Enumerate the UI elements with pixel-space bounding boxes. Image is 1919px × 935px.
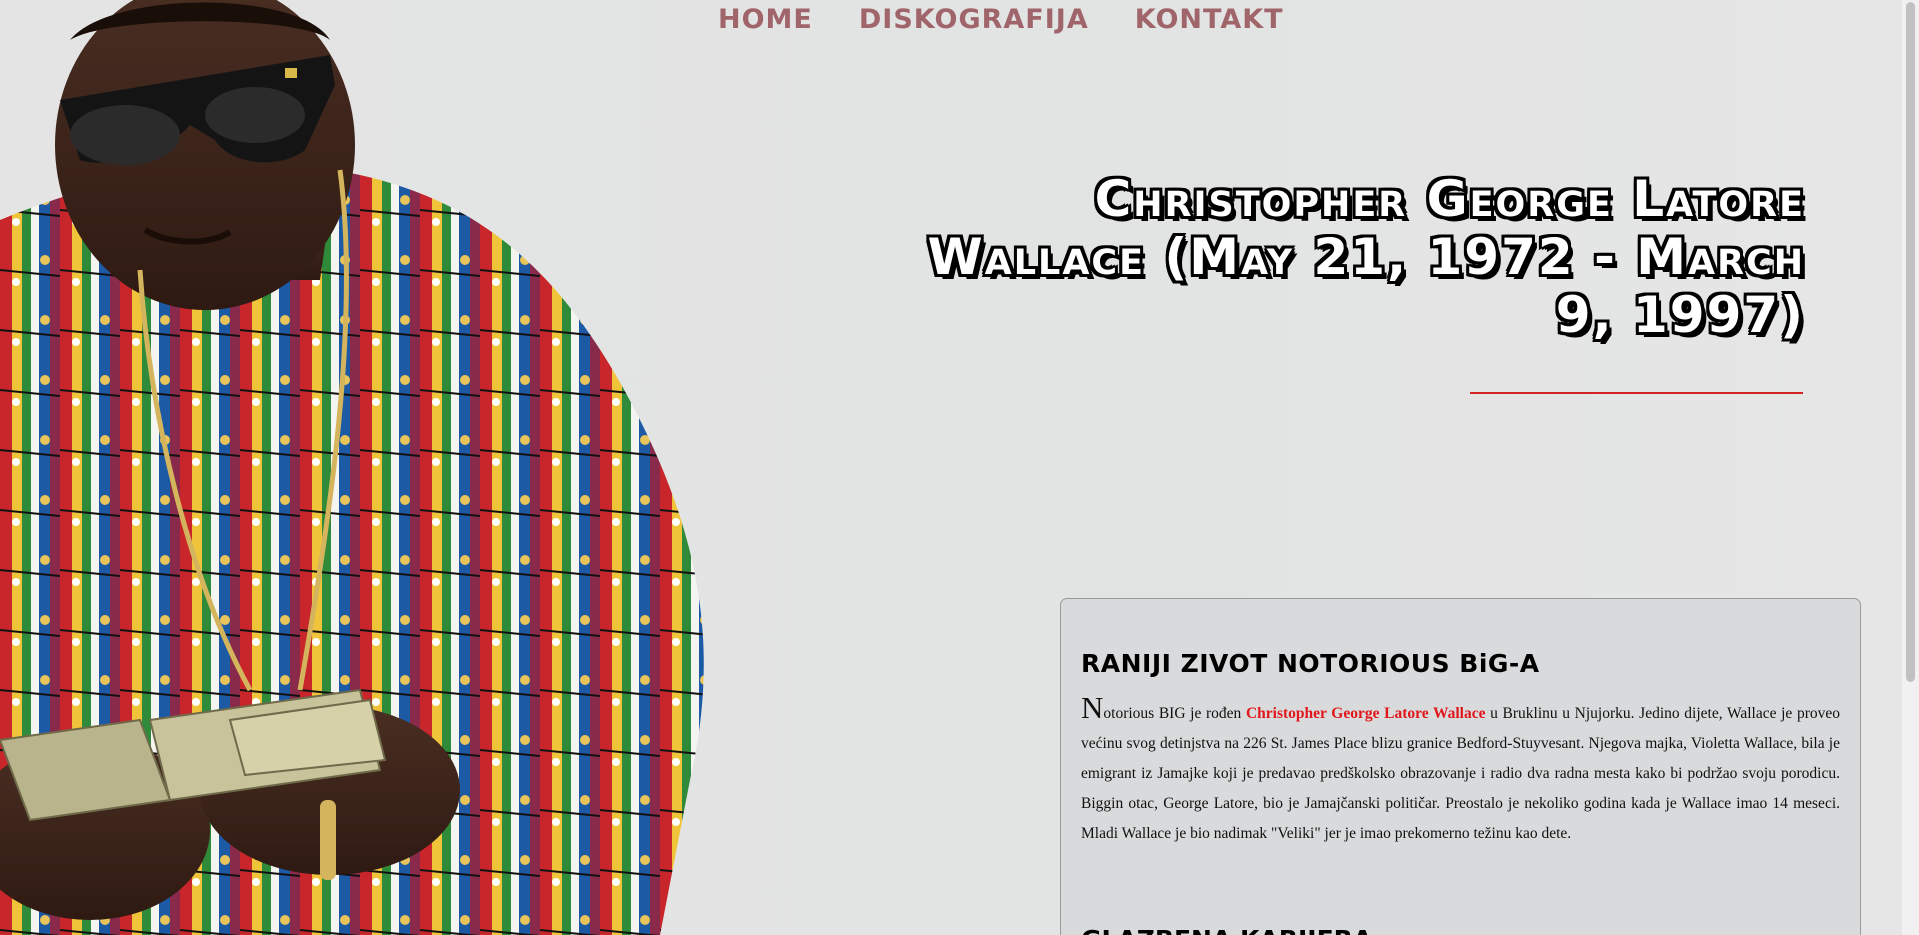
main-nav: HOME DISKOGRAFIJA KONTAKT [718, 4, 1284, 35]
bio-heading: RANIJI ZIVOT NOTORIOUS BiG-A [1081, 649, 1540, 678]
title-divider [1470, 392, 1803, 394]
bio-highlight-name: Christopher George Latore Wallace [1245, 705, 1486, 722]
page-title: Christopher George Latore Wallace (May 2… [927, 170, 1805, 344]
page-scrollbar[interactable] [1902, 0, 1919, 935]
nav-kontakt-link[interactable]: KONTAKT [1135, 4, 1284, 35]
bio-card: RANIJI ZIVOT NOTORIOUS BiG-A Notorious B… [1060, 598, 1861, 935]
nav-diskografija-link[interactable]: DISKOGRAFIJA [859, 4, 1089, 35]
bio-text-before: otorious BIG je rođen [1103, 705, 1246, 722]
bio-text-after: u Bruklinu u Njujorku. Jedino dijete, Wa… [1081, 705, 1840, 842]
next-section-heading: GLAZBENA KARIJERA [1081, 925, 1372, 935]
scrollbar-thumb[interactable] [1906, 2, 1915, 682]
hero-photo [0, 0, 820, 935]
page: HOME DISKOGRAFIJA KONTAKT Christopher Ge… [0, 0, 1919, 935]
person-photo-icon [0, 0, 704, 935]
nav-home-link[interactable]: HOME [718, 4, 813, 35]
bio-dropcap: N [1081, 690, 1104, 725]
bio-paragraph: Notorious BIG je rođen Christopher Georg… [1081, 692, 1840, 849]
